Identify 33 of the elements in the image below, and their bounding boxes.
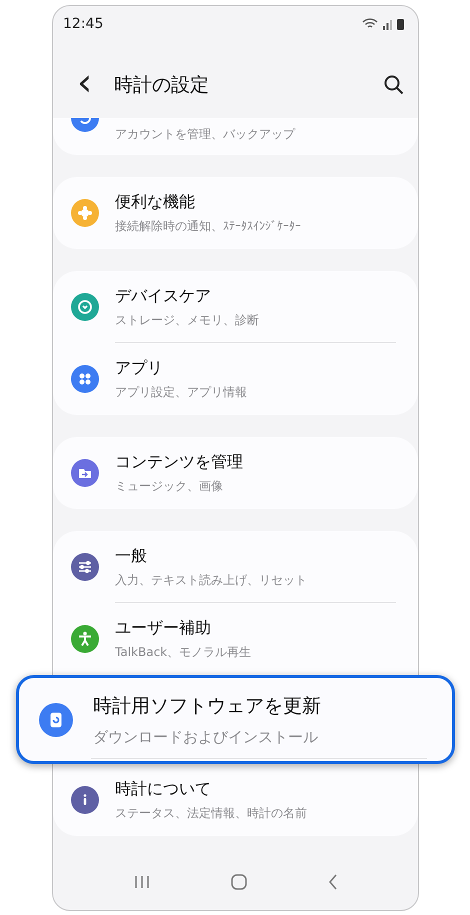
item-subtitle: ストレージ、メモリ、診断 [115, 312, 259, 328]
item-subtitle: アプリ設定、アプリ情報 [115, 384, 247, 400]
search-icon[interactable] [384, 75, 404, 95]
home-icon[interactable] [230, 874, 246, 890]
item-title: 便利な機能 [115, 192, 196, 212]
page-title: 時計の設定 [114, 73, 210, 98]
setting-item[interactable]: デバイスケア ストレージ、メモリ、診断 [53, 271, 418, 343]
item-subtitle: ミュージック、画像 [115, 478, 224, 494]
setting-item[interactable]: コンテンツを管理 ミュージック、画像 [53, 437, 418, 509]
setting-item[interactable]: アプリ アプリ設定、アプリ情報 [53, 343, 418, 415]
setting-item[interactable]: 時計について ステータス、法定情報、時計の名前 [53, 764, 418, 836]
item-subtitle: ステータス、法定情報、時計の名前 [115, 804, 307, 822]
item-title: ユーザー補助 [115, 618, 212, 638]
status-time: 12:45 [63, 16, 104, 32]
recents-icon[interactable] [134, 875, 150, 889]
item-title: アプリ [115, 358, 164, 378]
setting-item[interactable]: ユーザー補助 TalkBack、モノラル再生 [53, 603, 418, 675]
item-title: コンテンツを管理 [115, 452, 243, 472]
item-title: 時計用ソフトウェアを更新 [93, 694, 321, 718]
item-title: デバイスケア [115, 286, 212, 306]
item-title: 一般 [115, 546, 148, 566]
item-subtitle: 接続解除時の通知、ｽﾃｰﾀｽｲﾝｼﾞｹｰﾀｰ [115, 218, 301, 234]
status-icons [362, 17, 406, 31]
setting-item[interactable]: 一般 入力、テキスト読み上げ、リセット [53, 531, 418, 603]
item-subtitle: TalkBack、モノラル再生 [115, 644, 252, 660]
item-subtitle: アカウントを管理、バックアップ [115, 126, 295, 143]
item-subtitle: 入力、テキスト読み上げ、リセット [115, 572, 307, 588]
item-subtitle: ダウンロードおよびインストール [93, 728, 319, 746]
highlighted-setting-item[interactable]: 時計用ソフトウェアを更新 ダウンロードおよびインストール [16, 675, 455, 764]
setting-item[interactable]: 便利な機能 接続解除時の通知、ｽﾃｰﾀｽｲﾝｼﾞｹｰﾀｰ [53, 177, 418, 249]
back-button[interactable]: ‹ [73, 63, 96, 107]
item-title: 時計について [115, 778, 212, 800]
back-icon[interactable] [328, 874, 338, 890]
